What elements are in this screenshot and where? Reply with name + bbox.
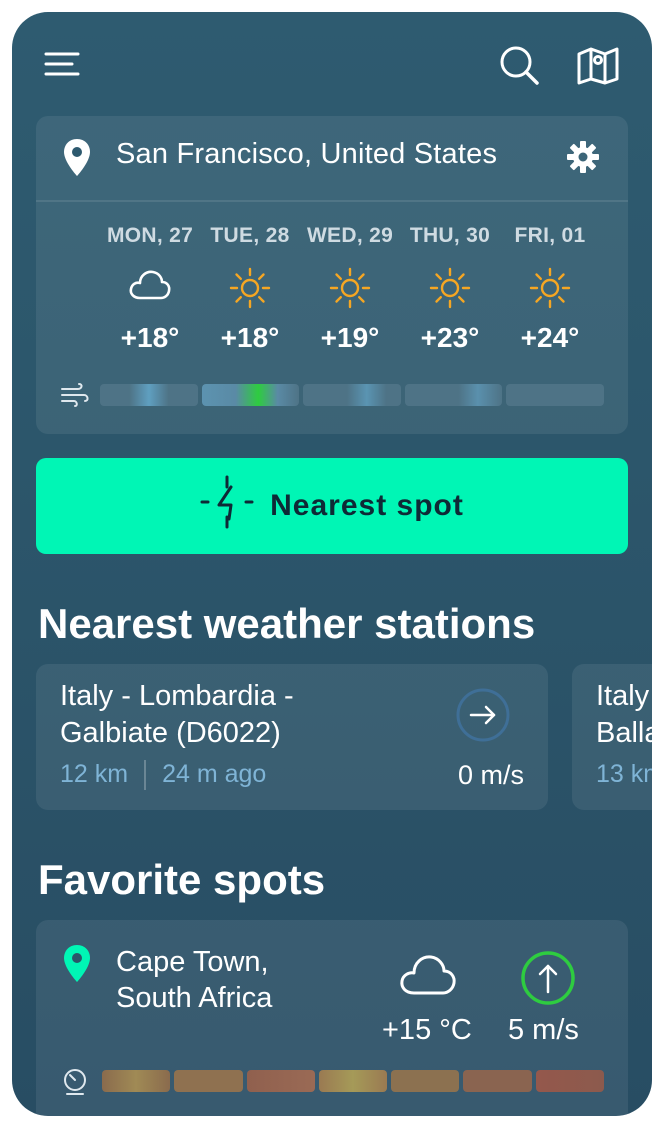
sun-icon [200,266,300,314]
forecast-bar-segment [391,1070,460,1092]
location-pin-icon [62,138,92,183]
nearest-spot-label: Nearest spot [270,489,464,522]
cloud-icon [398,950,458,1003]
wind-direction-icon [520,950,576,1011]
forecast-bar-segment [174,1070,243,1092]
favorite-forecast-bar [102,1070,604,1092]
favorite-wind-speed: 5 m/s [508,1014,579,1046]
compass-icon [200,475,254,537]
location-name: San Francisco, United States [116,138,498,170]
location-forecast-card: San Francisco, United States MON, 27 +18… [36,116,628,434]
station-card[interactable]: Italy Balla 13 km [572,664,652,810]
station-distance: 13 km [596,760,652,788]
section-title-stations: Nearest weather stations [38,600,536,647]
forecast-temp: +18° [120,322,180,353]
forecast-day-label: MON, 27 [106,224,194,247]
map-icon[interactable] [574,42,622,88]
sun-icon [400,266,500,314]
wind-bar-segment [201,384,300,406]
forecast-bar-segment [318,1070,388,1092]
sun-icon [500,266,600,314]
favorite-spot-name: Cape Town, South Africa [116,946,273,1014]
station-meta: 12 km 24 m ago [60,760,267,791]
nearest-spot-button[interactable]: Nearest spot [36,458,628,554]
wind-forecast-bar [100,384,604,406]
station-name: Italy Balla [596,680,652,749]
station-wind-speed: 0 m/s [457,760,524,790]
wind-bar-segment [303,384,401,406]
station-meta: 13 km [596,760,652,789]
wind-bar-segment [506,384,604,406]
section-title-favorites: Favorite spots [38,856,326,903]
forecast-day-label: TUE, 28 [210,224,290,247]
location-row[interactable]: San Francisco, United States [36,116,628,202]
arrow-right-icon [456,688,510,747]
forecast-bar-segment [535,1070,604,1092]
forecast-day-label: THU, 30 [409,224,491,247]
station-name: Italy - Lombardia - Galbiate (D6022) [60,680,294,749]
wind-bar-segment [404,384,503,406]
forecast-bar-segment [102,1070,171,1092]
forecast-temp: +23° [420,322,480,353]
station-age: 24 m ago [162,760,267,788]
cloud-icon [100,266,200,314]
settings-icon[interactable] [566,140,600,179]
forecast-bar-segment [463,1070,532,1092]
location-pin-icon [62,944,92,989]
search-icon[interactable] [496,42,542,88]
forecast-day-label: FRI, 01 [514,224,586,247]
top-bar [12,12,652,112]
favorite-spot-card[interactable]: Cape Town, South Africa +15 °C 5 m/s [36,920,628,1116]
station-card[interactable]: Italy - Lombardia - Galbiate (D6022) 12 … [36,664,548,810]
wind-icon [60,382,90,413]
forecast-temp: +24° [520,322,580,353]
favorite-temp: +15 °C [382,1014,472,1046]
divider [144,760,147,791]
gauge-icon [62,1068,88,1101]
app-screen: San Francisco, United States MON, 27 +18… [12,12,652,1116]
sun-icon [300,266,400,314]
forecast-bar-segment [246,1070,315,1092]
forecast-day-label: WED, 29 [306,224,394,247]
forecast-temp: +19° [320,322,380,353]
forecast-temp: +18° [220,322,280,353]
menu-icon[interactable] [38,44,86,84]
wind-bar-segment [100,384,198,406]
station-distance: 12 km [60,760,129,788]
